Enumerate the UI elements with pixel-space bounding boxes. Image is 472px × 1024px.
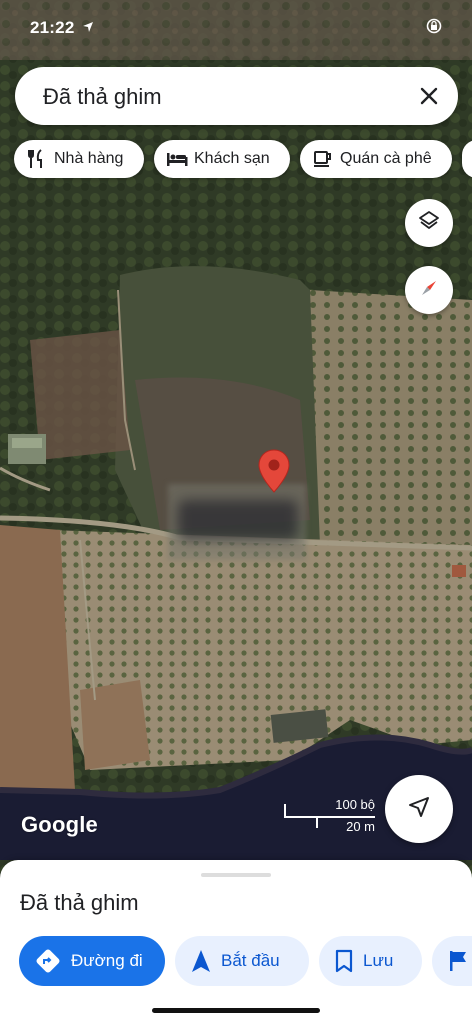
map-scale: 100 bộ 20 m <box>284 797 379 838</box>
drag-handle[interactable] <box>201 873 271 877</box>
flag-icon <box>448 949 468 973</box>
scale-bar <box>284 816 375 818</box>
status-time: 21:22 <box>30 18 75 37</box>
save-label: Lưu <box>363 951 394 970</box>
search-bar[interactable]: Đã thả ghim <box>15 67 458 125</box>
directions-button[interactable]: Đường đi <box>19 936 165 986</box>
chip-hotels[interactable]: Khách sạn <box>154 140 290 178</box>
scale-feet-label: 100 bộ <box>335 797 375 812</box>
directions-icon <box>35 948 61 974</box>
compass-icon <box>417 276 441 305</box>
place-bottom-sheet[interactable]: Đã thả ghim Đường đi Bắt đầu Lưu <box>0 860 472 1024</box>
fork-knife-icon <box>26 148 48 170</box>
location-arrow-icon <box>82 20 94 32</box>
place-title: Đã thả ghim <box>20 890 139 915</box>
save-button[interactable]: Lưu <box>319 936 422 986</box>
scale-meters-label: 20 m <box>346 819 375 834</box>
lock-rotation-icon <box>426 18 442 34</box>
layers-button[interactable] <box>405 199 453 247</box>
chip-label: Nhà hàng <box>54 150 124 167</box>
navigation-arrow-icon <box>408 796 430 823</box>
chip-more[interactable] <box>462 140 472 178</box>
flag-button[interactable] <box>432 936 472 986</box>
scale-tick <box>316 816 318 828</box>
navigation-arrow-icon <box>191 949 211 973</box>
bookmark-icon <box>335 949 353 973</box>
chip-label: Quán cà phê <box>340 150 432 167</box>
coffee-cup-icon <box>312 148 334 170</box>
bed-icon <box>166 148 188 170</box>
chip-cafes[interactable]: Quán cà phê <box>300 140 452 178</box>
my-location-button[interactable] <box>385 775 453 843</box>
compass-button[interactable] <box>405 266 453 314</box>
directions-label: Đường đi <box>71 951 143 970</box>
start-label: Bắt đầu <box>221 951 280 970</box>
chip-restaurants[interactable]: Nhà hàng <box>14 140 144 178</box>
status-bar: 21:22 <box>0 0 472 50</box>
layers-icon <box>417 209 441 238</box>
close-icon[interactable] <box>418 85 440 107</box>
google-attribution: Google <box>21 812 98 837</box>
search-query[interactable]: Đã thả ghim <box>43 84 162 110</box>
chip-label: Khách sạn <box>194 150 270 167</box>
home-indicator <box>152 1008 320 1013</box>
start-button[interactable]: Bắt đầu <box>175 936 309 986</box>
category-chips: Nhà hàng Khách sạn Quán cà phê <box>14 140 472 178</box>
blurred-label-dark <box>178 500 298 540</box>
dropped-pin-icon[interactable] <box>256 448 292 494</box>
